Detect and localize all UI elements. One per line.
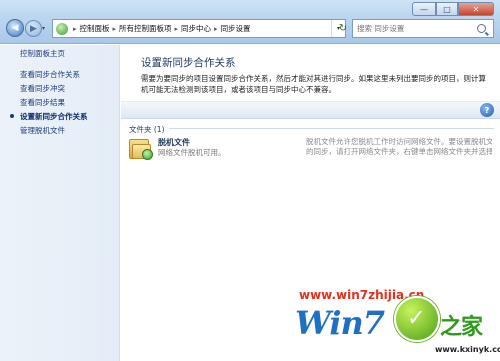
chevron-right-icon[interactable]: ▸ [73, 25, 77, 33]
minimize-button[interactable]: — [412, 2, 436, 16]
window-controls: — □ ✕ [412, 2, 494, 16]
back-button[interactable]: ◀ [6, 19, 24, 37]
watermark-check-icon: ✓ [394, 296, 440, 342]
chevron-right-icon[interactable]: ▸ [175, 25, 179, 33]
address-bar[interactable]: ▸ 控制面板 ▸ 所有控制面板项 ▸ 同步中心 ▸ 同步设置 ▾ [52, 19, 346, 38]
forward-button[interactable]: ▶ [25, 20, 42, 37]
sidebar-item-manage-offline-files[interactable]: 管理脱机文件 [20, 125, 65, 136]
page-title: 设置新同步合作关系 [141, 57, 236, 69]
watermark-domain: www.kxinyk.com [435, 345, 500, 354]
chevron-right-icon[interactable]: ▸ [113, 25, 117, 33]
sidebar-item-new-partnership[interactable]: 设置新同步合作关系 [20, 111, 88, 122]
help-button[interactable]: ? [480, 103, 494, 117]
group-divider [169, 128, 494, 129]
command-bar: ? [121, 101, 500, 119]
recent-pages-dropdown[interactable]: ▾ [42, 25, 45, 32]
item-status: 网络文件脱机可用。 [158, 148, 226, 157]
close-button[interactable]: ✕ [458, 2, 494, 16]
list-item-offline-files[interactable]: 脱机文件 网络文件脱机可用。 脱机文件允许您脱机工作时访问网络文件。要设置脱机文… [125, 135, 495, 165]
page-description: 需要为要同步的项目设置同步合作关系，然后才能对其进行同步。如果这里未列出要同步的… [141, 74, 486, 94]
back-arrow-icon: ◀ [11, 23, 19, 33]
active-bullet-icon [10, 114, 14, 118]
chevron-right-icon[interactable]: ▸ [214, 25, 218, 33]
refresh-button[interactable]: ↻ [336, 21, 350, 35]
sidebar: 控制面板主页 查看同步合作关系 查看同步冲突 查看同步结果 设置新同步合作关系 … [0, 45, 120, 361]
sync-folder-icon [129, 137, 155, 161]
sidebar-item-view-partnerships[interactable]: 查看同步合作关系 [20, 69, 80, 80]
breadcrumb-all-items[interactable]: 所有控制面板项 [119, 23, 172, 34]
search-icon[interactable] [477, 24, 486, 33]
sidebar-item-view-conflicts[interactable]: 查看同步冲突 [20, 83, 65, 94]
forward-arrow-icon: ▶ [30, 23, 37, 34]
item-detail: 脱机文件允许您脱机工作时访问网络文件。要设置脱机文件 的同步，请打开网络文件夹，… [306, 137, 492, 157]
breadcrumb-control-panel[interactable]: 控制面板 [80, 23, 110, 34]
breadcrumb-sync-settings[interactable]: 同步设置 [221, 23, 251, 34]
breadcrumb-sync-center[interactable]: 同步中心 [181, 23, 211, 34]
search-input[interactable] [357, 24, 475, 33]
item-detail-line2: 的同步，请打开网络文件夹，右键单击网络文件夹并选择 [306, 147, 492, 156]
group-header-folders[interactable]: 文件夹 (1) [129, 124, 165, 135]
title-bar: — □ ✕ ◀ ▶ ▾ ▸ 控制面板 ▸ 所有控制面板项 ▸ 同步中心 ▸ 同步… [0, 0, 500, 44]
sidebar-item-view-results[interactable]: 查看同步结果 [20, 97, 65, 108]
sync-center-icon [56, 22, 68, 35]
search-box[interactable] [352, 19, 494, 38]
maximize-button[interactable]: □ [436, 2, 458, 16]
item-detail-line1: 脱机文件允许您脱机工作时访问网络文件。要设置脱机文件 [306, 137, 492, 146]
watermark-logo-text: Win7 [295, 304, 385, 342]
refresh-icon: ↻ [338, 22, 348, 34]
watermark: www.win7zhijia.cn Win7 ✓ 之家 www.kxinyk.c… [164, 280, 500, 361]
help-icon: ? [484, 105, 490, 115]
sidebar-item-control-panel-home[interactable]: 控制面板主页 [20, 48, 65, 59]
watermark-brand: 之家 [440, 315, 483, 340]
